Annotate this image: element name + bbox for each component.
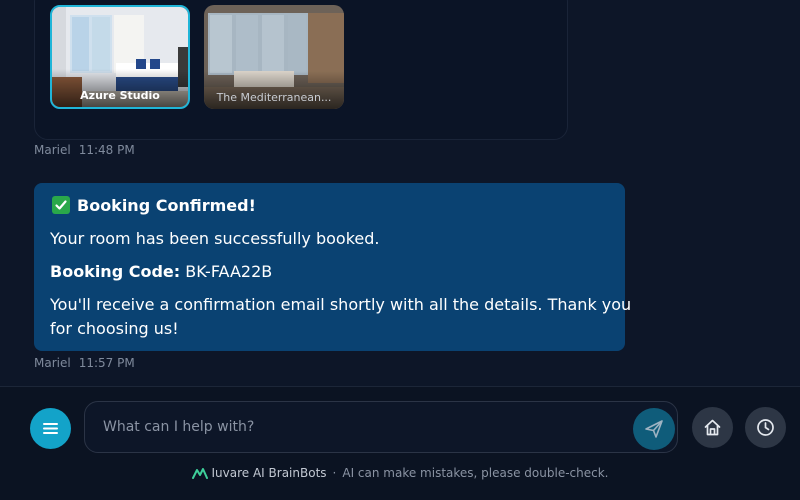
message-author: Mariel: [34, 143, 71, 157]
message-time: 11:48 PM: [78, 143, 135, 157]
message-time: 11:57 PM: [78, 356, 135, 370]
room-card-mediterranean[interactable]: The Mediterranean...: [204, 5, 344, 109]
message-meta: Mariel 11:57 PM: [34, 356, 135, 370]
check-icon: [52, 196, 70, 214]
room-name: The Mediterranean...: [216, 91, 332, 104]
booking-code-value: BK-FAA22B: [185, 262, 273, 281]
history-button[interactable]: [745, 407, 786, 448]
message-input[interactable]: [101, 414, 625, 440]
previous-message-bubble: Azure Studio The Mediterranean...: [34, 0, 568, 140]
chat-area: Azure Studio The Mediterranean... Mariel…: [0, 0, 800, 386]
brand-logo-icon: [191, 468, 208, 479]
footer-separator: ·: [332, 466, 337, 480]
room-name: Azure Studio: [80, 89, 160, 102]
home-icon: [704, 419, 721, 436]
footer: Iuvare AI BrainBots · AI can make mistakes…: [0, 466, 800, 480]
booking-code-line: Booking Code: BK-FAA22B: [50, 262, 272, 281]
booking-code-label: Booking Code:: [50, 262, 181, 281]
message-author: Mariel: [34, 356, 71, 370]
brand-name: Iuvare AI BrainBots: [211, 466, 327, 480]
message-meta: Mariel 11:48 PM: [34, 143, 135, 157]
home-button[interactable]: [692, 407, 733, 448]
clock-icon: [757, 419, 774, 436]
send-icon: [645, 420, 663, 438]
footer-disclaimer: AI can make mistakes, please double-chec…: [342, 466, 609, 480]
menu-icon: [43, 423, 58, 434]
confirmation-note-line2: for choosing us!: [50, 319, 179, 338]
booking-confirmation-bubble: Booking Confirmed! Your room has been su…: [34, 183, 631, 351]
message-input-container: [84, 401, 678, 453]
confirmation-note-line1: You'll receive a confirmation email shor…: [50, 295, 632, 314]
menu-button[interactable]: [30, 408, 71, 449]
confirmation-title: Booking Confirmed!: [77, 196, 256, 215]
confirmation-body: Your room has been successfully booked.: [50, 229, 380, 248]
send-button[interactable]: [633, 408, 675, 450]
room-card-azure-studio[interactable]: Azure Studio: [50, 5, 190, 109]
